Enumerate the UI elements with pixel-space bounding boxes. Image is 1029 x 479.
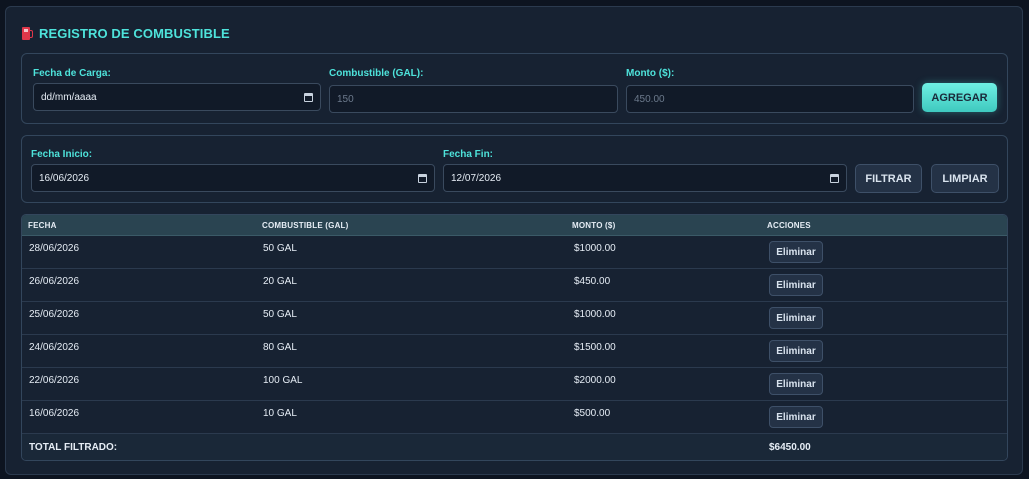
header-fuel: COMBUSTIBLE (GAL) (262, 221, 349, 230)
cell-amount: $450.00 (574, 276, 611, 287)
table-row: 16/06/2026 10 GAL $500.00 Eliminar (22, 401, 1007, 434)
fuel-gallons-label: Combustible (GAL): (329, 68, 424, 79)
delete-button[interactable]: Eliminar (769, 274, 823, 296)
calendar-icon[interactable] (304, 92, 313, 102)
fuel-pump-icon (22, 26, 33, 40)
add-button[interactable]: AGREGAR (922, 83, 997, 112)
date-filter-form: Fecha Inicio: 16/06/2026 Fecha Fin: 12/0… (21, 135, 1008, 203)
add-entry-form: Fecha de Carga: dd/mm/aaaa Combustible (… (21, 53, 1008, 124)
cell-fuel: 10 GAL (263, 408, 297, 419)
page-title-text: REGISTRO DE COMBUSTIBLE (39, 25, 230, 41)
table-row: 22/06/2026 100 GAL $2000.00 Eliminar (22, 368, 1007, 401)
clear-button[interactable]: LIMPIAR (931, 164, 999, 193)
cell-date: 22/06/2026 (29, 375, 80, 386)
cell-fuel: 100 GAL (263, 375, 303, 386)
end-date-label: Fecha Fin: (443, 149, 494, 160)
calendar-icon[interactable] (418, 173, 427, 183)
filter-button[interactable]: FILTRAR (855, 164, 922, 193)
table-footer: TOTAL FILTRADO: $6450.00 (22, 434, 1007, 460)
cell-amount: $1000.00 (574, 243, 616, 254)
cell-date: 28/06/2026 (29, 243, 80, 254)
amount-input[interactable]: 450.00 (626, 85, 914, 113)
delete-button[interactable]: Eliminar (769, 241, 823, 263)
end-date-value: 12/07/2026 (451, 172, 502, 184)
delete-button[interactable]: Eliminar (769, 406, 823, 428)
delete-button[interactable]: Eliminar (769, 340, 823, 362)
cell-amount: $1500.00 (574, 342, 616, 353)
table-header: FECHA COMBUSTIBLE (GAL) MONTO ($) ACCION… (22, 215, 1007, 236)
header-actions: ACCIONES (767, 221, 811, 230)
fuel-log-panel: REGISTRO DE COMBUSTIBLE Fecha de Carga: … (5, 6, 1023, 475)
calendar-icon[interactable] (830, 173, 839, 183)
table-row: 26/06/2026 20 GAL $450.00 Eliminar (22, 269, 1007, 302)
page-title: REGISTRO DE COMBUSTIBLE (22, 24, 230, 42)
cell-date: 26/06/2026 (29, 276, 80, 287)
fuel-date-label: Fecha de Carga: (33, 68, 111, 79)
total-label: TOTAL FILTRADO: (29, 442, 118, 453)
start-date-input[interactable]: 16/06/2026 (31, 164, 435, 192)
fuel-gallons-input[interactable]: 150 (329, 85, 618, 113)
cell-fuel: 20 GAL (263, 276, 297, 287)
end-date-input[interactable]: 12/07/2026 (443, 164, 847, 192)
start-date-label: Fecha Inicio: (31, 149, 93, 160)
fuel-gallons-placeholder: 150 (337, 93, 354, 105)
cell-fuel: 80 GAL (263, 342, 297, 353)
cell-date: 16/06/2026 (29, 408, 80, 419)
start-date-value: 16/06/2026 (39, 172, 90, 184)
cell-fuel: 50 GAL (263, 309, 297, 320)
amount-label: Monto ($): (626, 68, 675, 79)
table-row: 24/06/2026 80 GAL $1500.00 Eliminar (22, 335, 1007, 368)
cell-fuel: 50 GAL (263, 243, 297, 254)
header-amount: MONTO ($) (572, 221, 616, 230)
fuel-records-table: FECHA COMBUSTIBLE (GAL) MONTO ($) ACCION… (21, 214, 1008, 461)
cell-date: 24/06/2026 (29, 342, 80, 353)
total-value: $6450.00 (769, 442, 811, 453)
cell-amount: $1000.00 (574, 309, 616, 320)
delete-button[interactable]: Eliminar (769, 307, 823, 329)
header-date: FECHA (28, 221, 57, 230)
cell-amount: $2000.00 (574, 375, 616, 386)
table-row: 28/06/2026 50 GAL $1000.00 Eliminar (22, 236, 1007, 269)
cell-date: 25/06/2026 (29, 309, 80, 320)
amount-placeholder: 450.00 (634, 93, 665, 105)
delete-button[interactable]: Eliminar (769, 373, 823, 395)
table-row: 25/06/2026 50 GAL $1000.00 Eliminar (22, 302, 1007, 335)
fuel-date-value: dd/mm/aaaa (41, 91, 97, 103)
fuel-date-input[interactable]: dd/mm/aaaa (33, 83, 321, 111)
cell-amount: $500.00 (574, 408, 611, 419)
